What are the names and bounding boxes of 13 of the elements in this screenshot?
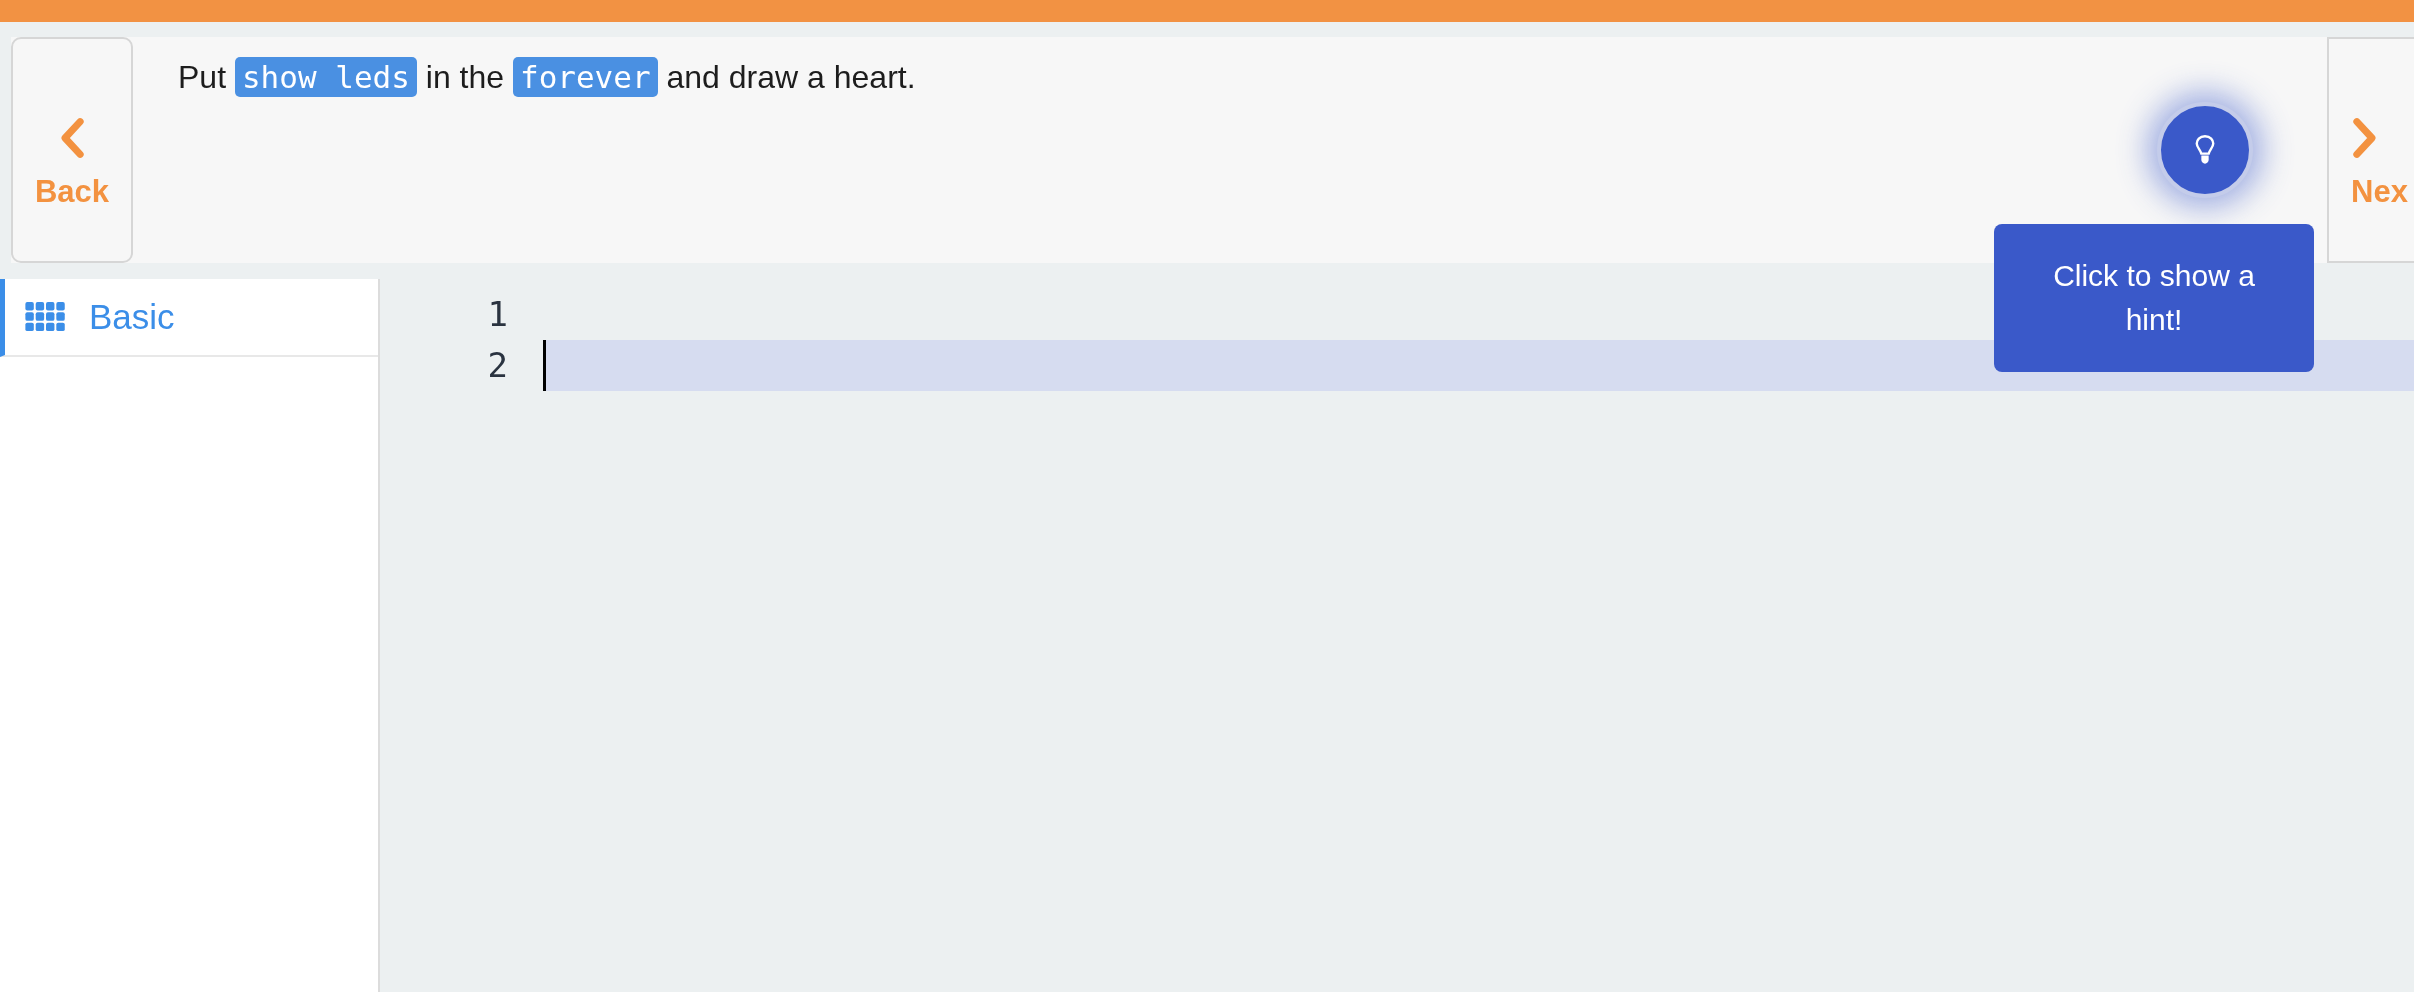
instruction-text: Put show leds in the forever and draw a heart. bbox=[178, 56, 916, 99]
toolbox-category[interactable]: Basic bbox=[0, 279, 378, 357]
next-button[interactable]: Nex bbox=[2327, 37, 2414, 263]
back-button[interactable]: Back bbox=[11, 37, 133, 263]
chevron-left-icon bbox=[58, 116, 86, 160]
line-number: 1 bbox=[486, 293, 509, 336]
hint-tooltip: Click to show a hint! bbox=[1994, 224, 2314, 372]
grid-icon bbox=[25, 302, 67, 332]
line-number: 2 bbox=[486, 344, 509, 387]
chevron-right-icon bbox=[2351, 116, 2379, 160]
hint-button[interactable] bbox=[2157, 102, 2253, 198]
lightbulb-icon bbox=[2194, 133, 2216, 167]
text-cursor bbox=[543, 340, 546, 391]
